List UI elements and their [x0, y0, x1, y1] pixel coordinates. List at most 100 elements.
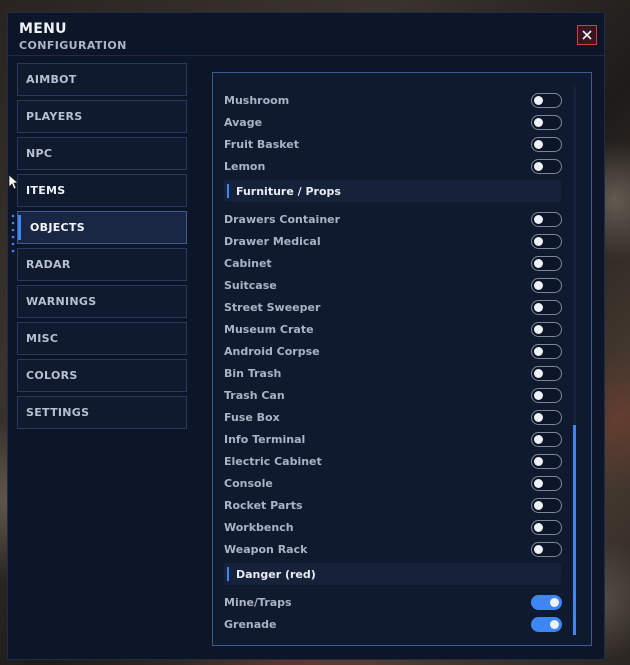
section-header-furniture: Furniture / Props: [224, 180, 561, 202]
toggle-switch[interactable]: [531, 321, 562, 337]
list-item: Drawers Container: [224, 208, 562, 230]
item-label: Mushroom: [224, 93, 290, 107]
toggle-knob: [550, 597, 559, 607]
item-label: Grenade: [224, 617, 277, 631]
item-label: Android Corpse: [224, 344, 320, 358]
toggle-switch[interactable]: [531, 431, 562, 447]
nav-item-objects[interactable]: OBJECTS: [17, 211, 187, 244]
toggle-switch[interactable]: [531, 409, 562, 425]
item-label: Museum Crate: [224, 322, 314, 336]
toggle-knob: [534, 456, 543, 466]
toggle-switch[interactable]: [531, 136, 562, 152]
toggle-knob: [534, 236, 543, 246]
nav-item-settings[interactable]: SETTINGS: [17, 396, 187, 429]
group-top: Mushroom Avage Fruit Basket Lemon: [224, 89, 562, 177]
toggle-knob: [534, 214, 543, 224]
toggle-knob: [534, 302, 543, 312]
toggle-switch[interactable]: [531, 114, 562, 130]
title-divider: [8, 55, 604, 56]
item-label: Drawers Container: [224, 212, 341, 226]
item-label: Suitcase: [224, 278, 277, 292]
toggle-knob: [534, 522, 543, 532]
toggle-switch[interactable]: [531, 158, 562, 174]
item-label: Drawer Medical: [224, 234, 321, 248]
nav-item-colors[interactable]: COLORS: [17, 359, 187, 392]
section-title: Danger (red): [236, 567, 316, 581]
scrollbar-thumb[interactable]: [573, 425, 576, 635]
list-item: Workbench: [224, 516, 562, 538]
list-item: Mushroom: [224, 89, 562, 111]
item-label: Workbench: [224, 520, 294, 534]
nav-item-label: WARNINGS: [26, 295, 97, 308]
toggle-knob: [550, 619, 559, 629]
objects-panel: Mushroom Avage Fruit Basket Lemon Furniture…: [212, 72, 592, 646]
toggle-switch[interactable]: [531, 541, 562, 557]
toggle-knob: [534, 390, 543, 400]
nav-item-label: OBJECTS: [30, 221, 85, 234]
nav-item-aimbot[interactable]: AIMBOT: [17, 63, 187, 96]
item-label: Trash Can: [224, 388, 285, 402]
toggle-switch[interactable]: [531, 616, 562, 632]
group-danger: Mine/Traps Grenade: [224, 591, 562, 635]
nav-item-label: NPC: [26, 147, 53, 160]
nav-item-label: MISC: [26, 332, 59, 345]
list-item: Avage: [224, 111, 562, 133]
toggle-switch[interactable]: [531, 475, 562, 491]
list-item: Trash Can: [224, 384, 562, 406]
item-label: Weapon Rack: [224, 542, 308, 556]
toggle-knob: [534, 258, 543, 268]
list-item: Drawer Medical: [224, 230, 562, 252]
nav-item-label: RADAR: [26, 258, 71, 271]
nav-item-players[interactable]: PLAYERS: [17, 100, 187, 133]
config-window: MENU CONFIGURATION AIMBOT PLAYERS NPC IT…: [7, 12, 605, 660]
nav-item-label: COLORS: [26, 369, 78, 382]
toggle-switch[interactable]: [531, 594, 562, 610]
nav-item-warnings[interactable]: WARNINGS: [17, 285, 187, 318]
section-title: Furniture / Props: [236, 184, 341, 198]
toggle-switch[interactable]: [531, 343, 562, 359]
close-button[interactable]: [577, 25, 597, 45]
toggle-switch[interactable]: [531, 453, 562, 469]
objects-list: Mushroom Avage Fruit Basket Lemon Furniture…: [224, 89, 562, 635]
item-label: Info Terminal: [224, 432, 306, 446]
section-header-danger: Danger (red): [224, 563, 561, 585]
list-item: Cabinet: [224, 252, 562, 274]
toggle-switch[interactable]: [531, 233, 562, 249]
list-item: Fruit Basket: [224, 133, 562, 155]
sidebar-nav: AIMBOT PLAYERS NPC ITEMS OBJECTS RADAR W…: [17, 63, 187, 433]
toggle-switch[interactable]: [531, 387, 562, 403]
item-label: Fruit Basket: [224, 137, 300, 151]
item-label: Street Sweeper: [224, 300, 321, 314]
nav-item-radar[interactable]: RADAR: [17, 248, 187, 281]
toggle-knob: [534, 368, 543, 378]
toggle-knob: [534, 434, 543, 444]
toggle-knob: [534, 324, 543, 334]
loading-dots-icon: [11, 214, 15, 253]
nav-item-misc[interactable]: MISC: [17, 322, 187, 355]
toggle-switch[interactable]: [531, 211, 562, 227]
toggle-switch[interactable]: [531, 497, 562, 513]
toggle-switch[interactable]: [531, 255, 562, 271]
nav-item-items[interactable]: ITEMS: [17, 174, 187, 207]
list-item: Bin Trash: [224, 362, 562, 384]
list-item: Rocket Parts: [224, 494, 562, 516]
nav-item-label: ITEMS: [26, 184, 66, 197]
list-item: Museum Crate: [224, 318, 562, 340]
item-label: Cabinet: [224, 256, 272, 270]
list-item: Weapon Rack: [224, 538, 562, 560]
toggle-switch[interactable]: [531, 92, 562, 108]
nav-item-npc[interactable]: NPC: [17, 137, 187, 170]
toggle-knob: [534, 161, 543, 171]
item-label: Avage: [224, 115, 263, 129]
nav-item-label: AIMBOT: [26, 73, 77, 86]
list-item: Mine/Traps: [224, 591, 562, 613]
cursor-arrow-icon: [8, 174, 20, 190]
list-item: Console: [224, 472, 562, 494]
list-item: Grenade: [224, 613, 562, 635]
list-item: Info Terminal: [224, 428, 562, 450]
toggle-switch[interactable]: [531, 519, 562, 535]
toggle-switch[interactable]: [531, 277, 562, 293]
toggle-switch[interactable]: [531, 365, 562, 381]
item-label: Electric Cabinet: [224, 454, 322, 468]
toggle-switch[interactable]: [531, 299, 562, 315]
